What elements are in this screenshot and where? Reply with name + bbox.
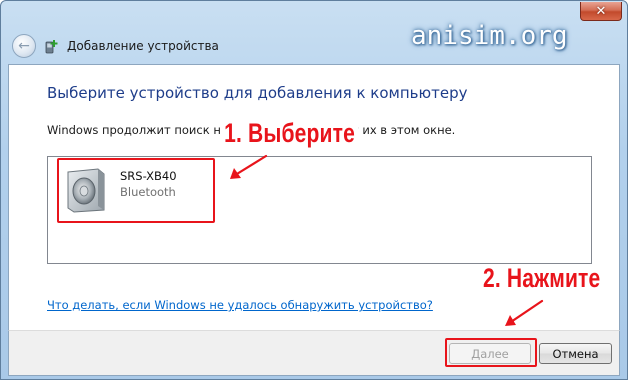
help-link[interactable]: Что делать, если Windows не удалось обна…	[47, 298, 433, 312]
close-icon: ✕	[595, 3, 607, 19]
highlight-box-next	[445, 338, 537, 367]
cancel-button[interactable]: Отмена	[539, 343, 612, 364]
instruction-text-end: т их в этом окне.	[352, 123, 456, 137]
add-device-icon	[45, 40, 58, 54]
title-row: ← Добавление устройства	[9, 29, 619, 63]
close-button[interactable]: ✕	[580, 2, 622, 21]
arrow-to-device-icon	[230, 154, 268, 179]
annotation-step-1: 1. Выберите	[221, 118, 359, 149]
page-heading: Выберите устройство для добавления к ком…	[47, 84, 468, 102]
instruction-text: Windows продолжит поиск но	[47, 123, 228, 137]
annotation-step-2: 2. Нажмите	[483, 263, 601, 293]
highlight-box-device	[57, 158, 215, 223]
back-button[interactable]: ←	[12, 34, 36, 58]
arrow-to-next-icon	[505, 299, 544, 326]
back-arrow-icon: ←	[18, 37, 30, 54]
window-title: Добавление устройства	[67, 39, 219, 53]
